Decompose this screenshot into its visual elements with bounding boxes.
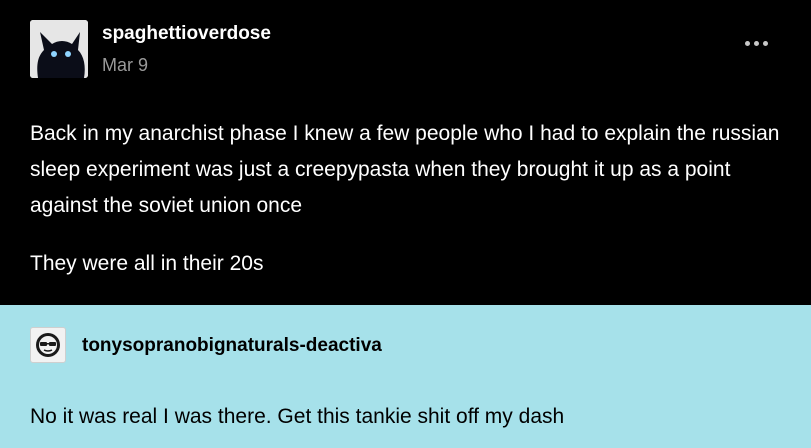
more-options-icon[interactable] bbox=[738, 30, 774, 56]
post-date[interactable]: Mar 9 bbox=[102, 55, 148, 76]
black-cat-avatar-icon[interactable] bbox=[30, 20, 88, 78]
sunglasses-face-avatar-icon[interactable] bbox=[30, 327, 66, 363]
post-body-paragraph-2: They were all in their 20s bbox=[30, 252, 264, 275]
post-author-username[interactable]: spaghettioverdose bbox=[102, 23, 271, 45]
dot bbox=[762, 40, 768, 46]
dot bbox=[753, 40, 759, 46]
original-post: spaghettioverdose Mar 9 Back in my anarc… bbox=[0, 0, 811, 305]
reblog-body-text: No it was real I was there. Get this tan… bbox=[30, 405, 565, 428]
reblog-author-username[interactable]: tonysopranobignaturals-deactiva bbox=[82, 335, 382, 357]
dot bbox=[744, 40, 750, 46]
post-body-paragraph-1: Back in my anarchist phase I knew a few … bbox=[30, 122, 780, 217]
reblog-comment: tonysopranobignaturals-deactiva No it wa… bbox=[0, 305, 811, 448]
